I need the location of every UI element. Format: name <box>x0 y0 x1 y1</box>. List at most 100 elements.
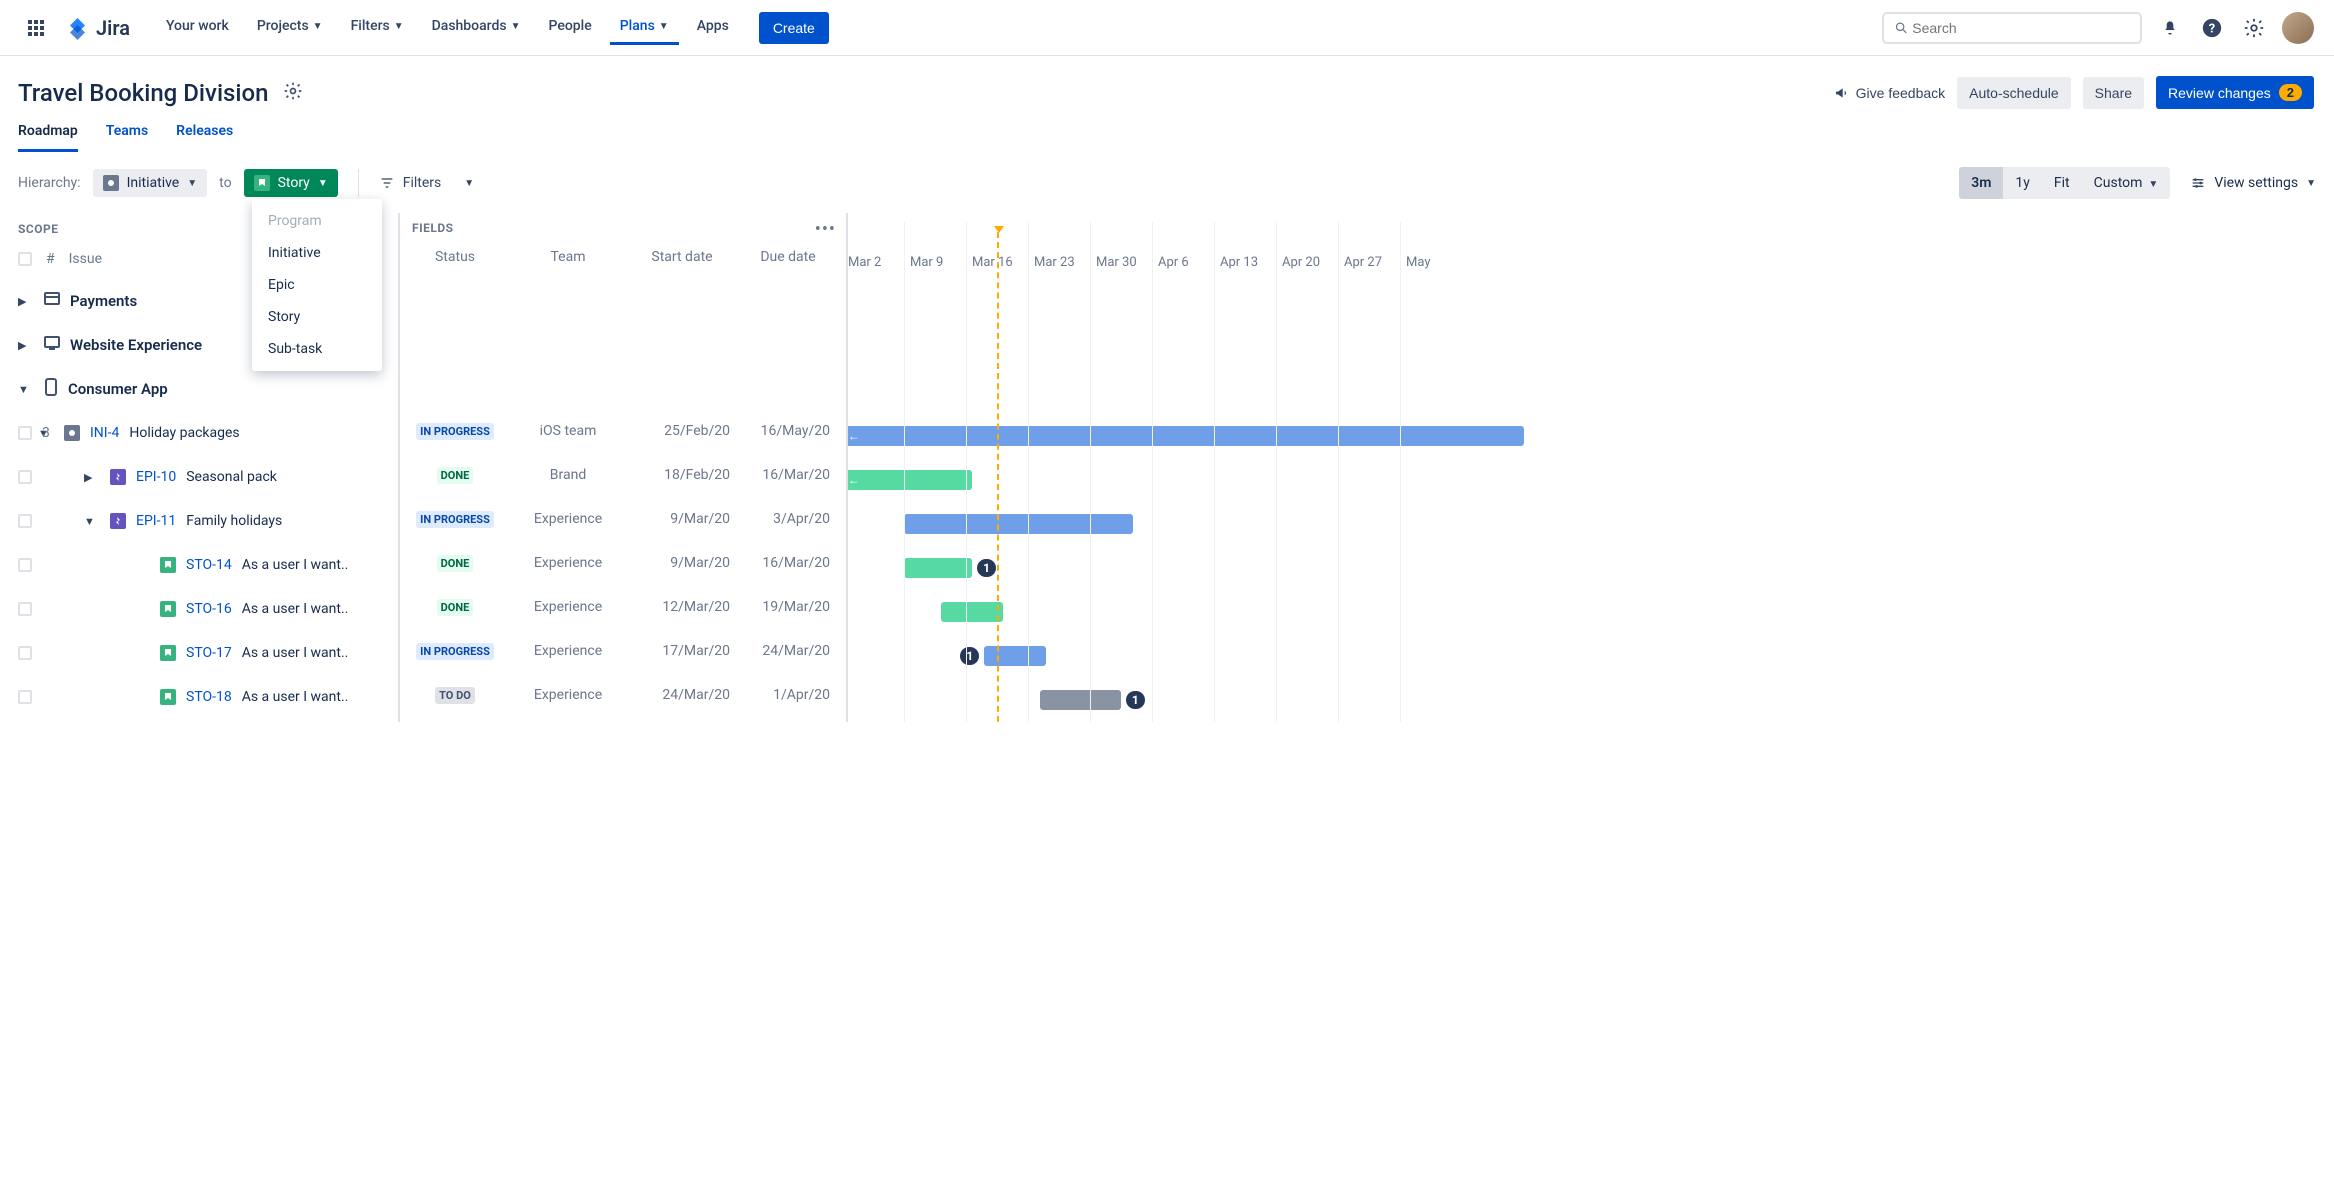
start-date-cell: 12/Mar/20 <box>626 599 738 615</box>
nav-filters[interactable]: Filters▼ <box>341 10 414 45</box>
tab-releases[interactable]: Releases <box>176 123 233 152</box>
issue-summary: Seasonal pack <box>186 469 277 485</box>
create-button[interactable]: Create <box>759 12 829 44</box>
expand-icon[interactable]: ▶ <box>18 295 34 308</box>
select-all-checkbox[interactable] <box>18 252 32 266</box>
dependency-badge[interactable]: 1 <box>1126 691 1145 709</box>
row-checkbox[interactable] <box>18 690 32 704</box>
gantt-bar[interactable] <box>941 602 1003 622</box>
row-checkbox[interactable] <box>18 514 32 528</box>
svg-text:?: ? <box>2209 21 2215 36</box>
row-checkbox[interactable] <box>18 426 32 440</box>
zoom-1y[interactable]: 1y <box>2003 167 2042 199</box>
start-date-cell: 17/Mar/20 <box>626 643 738 659</box>
date-column: Apr 27 <box>1344 255 1406 270</box>
notifications-icon[interactable] <box>2156 14 2184 42</box>
issue-summary: As a user I want.. <box>242 557 349 573</box>
due-date-cell: 3/Apr/20 <box>738 511 838 527</box>
tab-roadmap[interactable]: Roadmap <box>18 123 78 152</box>
review-changes-button[interactable]: Review changes 2 <box>2156 76 2314 109</box>
help-icon[interactable]: ? <box>2198 14 2226 42</box>
issue-key[interactable]: EPI-10 <box>136 469 176 485</box>
filters-button[interactable]: Filters ▼ <box>379 175 474 191</box>
issue-row: STO-16 As a user I want.. <box>0 587 398 631</box>
group-title: Consumer App <box>68 380 168 398</box>
gantt-bar[interactable]: ← <box>848 470 972 490</box>
dependency-badge[interactable]: 1 <box>977 559 996 577</box>
row-checkbox[interactable] <box>18 470 32 484</box>
app-switcher-icon[interactable] <box>20 12 52 44</box>
gantt-bar[interactable]: 1 <box>1040 690 1121 710</box>
user-avatar[interactable] <box>2282 12 2314 44</box>
view-settings-button[interactable]: View settings ▼ <box>2190 175 2316 191</box>
zoom-custom[interactable]: Custom▼ <box>2082 167 2171 199</box>
issue-key[interactable]: STO-17 <box>186 645 232 661</box>
dropdown-item-program: Program <box>252 205 382 237</box>
issue-row: 3▼INI-4 Holiday packages <box>0 411 398 455</box>
plan-settings-icon[interactable] <box>283 79 303 107</box>
zoom-fit[interactable]: Fit <box>2042 167 2082 199</box>
group-title: Payments <box>70 292 137 310</box>
gantt-bar[interactable]: ← <box>848 426 1524 446</box>
dropdown-item-initiative[interactable]: Initiative <box>252 237 382 269</box>
date-column: Apr 20 <box>1282 255 1344 270</box>
fields-column: FIELDS ••• Status Team Start date Due da… <box>400 213 848 722</box>
dropdown-item-epic[interactable]: Epic <box>252 269 382 301</box>
fields-row: IN PROGRESS iOS team 25/Feb/20 16/May/20 <box>400 409 846 453</box>
hierarchy-from-select[interactable]: Initiative ▼ <box>93 169 208 197</box>
nav-people[interactable]: People <box>539 10 602 45</box>
nav-apps[interactable]: Apps <box>687 10 739 45</box>
expand-icon[interactable]: ▶ <box>18 339 34 352</box>
issue-row: ▼EPI-11 Family holidays <box>0 499 398 543</box>
issue-key[interactable]: STO-14 <box>186 557 232 573</box>
search-box[interactable] <box>1882 12 2142 44</box>
issue-row: STO-17 As a user I want.. <box>0 631 398 675</box>
dependency-badge[interactable]: 1 <box>960 647 979 665</box>
nav-dashboards[interactable]: Dashboards▼ <box>422 10 531 45</box>
dropdown-item-story[interactable]: Story <box>252 301 382 333</box>
issue-key[interactable]: STO-18 <box>186 689 232 705</box>
nav-plans[interactable]: Plans▼ <box>610 10 679 45</box>
expand-icon[interactable]: ▶ <box>84 471 100 484</box>
due-date-cell: 16/Mar/20 <box>738 555 838 571</box>
chevron-down-icon: ▼ <box>187 178 197 189</box>
filter-icon <box>379 175 395 191</box>
issue-key[interactable]: STO-16 <box>186 601 232 617</box>
zoom-3m[interactable]: 3m <box>1959 167 2003 199</box>
give-feedback-button[interactable]: Give feedback <box>1834 85 1946 101</box>
timeline-row: ← <box>848 414 2334 458</box>
dropdown-item-sub-task[interactable]: Sub-task <box>252 333 382 365</box>
timeline-row: 1 <box>848 678 2334 722</box>
row-checkbox[interactable] <box>18 558 32 572</box>
jira-logo[interactable]: Jira <box>66 16 130 40</box>
settings-icon[interactable] <box>2240 14 2268 42</box>
fields-header: FIELDS <box>412 221 454 235</box>
team-cell: iOS team <box>510 423 626 439</box>
expand-icon[interactable]: ▼ <box>84 515 100 528</box>
issue-key[interactable]: EPI-11 <box>136 513 176 529</box>
gantt-bar[interactable] <box>904 514 1133 534</box>
expand-icon[interactable]: ▼ <box>18 383 34 396</box>
auto-schedule-button[interactable]: Auto-schedule <box>1957 77 2071 109</box>
row-number: 3 <box>42 425 50 441</box>
tab-teams[interactable]: Teams <box>106 123 148 152</box>
hierarchy-to-select[interactable]: Story ▼ <box>244 169 338 197</box>
row-checkbox[interactable] <box>18 602 32 616</box>
row-checkbox[interactable] <box>18 646 32 660</box>
group-row[interactable]: ▼ Consumer App <box>0 367 398 411</box>
date-column: Mar 16 <box>972 255 1034 270</box>
search-input[interactable] <box>1912 20 2130 36</box>
fields-more-icon[interactable]: ••• <box>815 219 836 240</box>
nav-projects[interactable]: Projects▼ <box>247 10 333 45</box>
nav-your-work[interactable]: Your work <box>156 10 239 45</box>
date-column: Mar 30 <box>1096 255 1158 270</box>
share-button[interactable]: Share <box>2083 77 2144 109</box>
due-date-cell: 19/Mar/20 <box>738 599 838 615</box>
timeline-column: Mar 2Mar 9Mar 16Mar 23Mar 30Apr 6Apr 13A… <box>848 213 2334 722</box>
gantt-bar[interactable]: 1 <box>984 646 1046 666</box>
issue-summary: As a user I want.. <box>242 601 349 617</box>
plan-title: Travel Booking Division <box>18 79 269 107</box>
gantt-bar[interactable]: 1 <box>904 558 972 578</box>
issue-key[interactable]: INI-4 <box>90 425 119 441</box>
fields-row: DONE Experience 9/Mar/20 16/Mar/20 <box>400 541 846 585</box>
